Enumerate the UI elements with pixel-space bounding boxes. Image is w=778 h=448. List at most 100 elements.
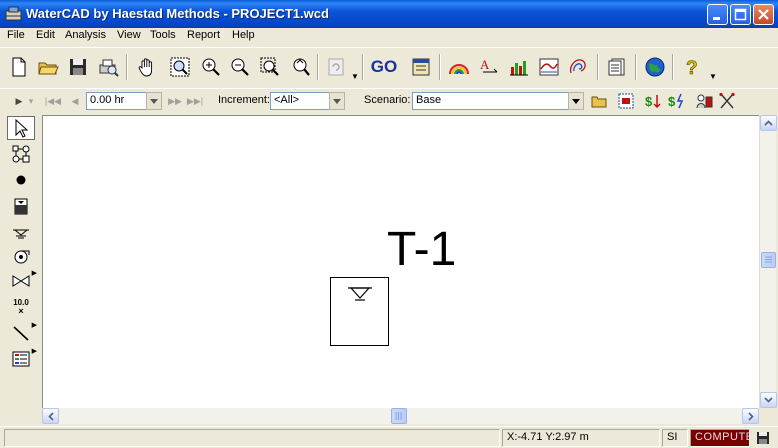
pan-button[interactable] [134, 54, 160, 80]
scenario-value: Base [416, 94, 442, 106]
scroll-down-button[interactable] [760, 392, 777, 408]
tank-tool-button[interactable] [7, 194, 35, 218]
color-coding-button[interactable] [446, 54, 472, 80]
zoom-extents-button[interactable] [167, 54, 193, 80]
globe-button[interactable] [642, 54, 668, 80]
contour-button[interactable] [565, 54, 591, 80]
last-step-icon[interactable]: ▶▶| [186, 92, 204, 110]
pump-tool-button[interactable] [7, 244, 35, 268]
svg-text:A: A [480, 57, 490, 72]
time-combo[interactable]: 0.00 hr [86, 92, 148, 110]
layout-pipe-icon [12, 145, 30, 163]
close-icon [758, 9, 769, 20]
zoom-out-button[interactable] [227, 54, 253, 80]
svg-text:$: $ [645, 94, 653, 109]
zoom-previous-button[interactable] [288, 54, 314, 80]
report-button[interactable] [604, 54, 630, 80]
valve-icon [12, 275, 30, 287]
first-step-icon[interactable]: |◀◀ [44, 92, 62, 110]
annotation-button[interactable]: A [475, 54, 501, 80]
play-dropdown-icon[interactable]: ▾ [26, 92, 36, 110]
menu-view[interactable]: View [117, 29, 141, 41]
time-value: 0.00 hr [90, 94, 125, 106]
menu-edit[interactable]: Edit [36, 29, 55, 41]
previous-step-icon[interactable]: ◀ [66, 92, 84, 110]
label-tool-cross: × [18, 305, 24, 316]
skeleton-icon [719, 92, 735, 109]
horizontal-scrollbar[interactable] [42, 408, 759, 424]
maximize-button[interactable] [730, 4, 751, 25]
minimize-button[interactable] [707, 4, 728, 25]
save-button[interactable] [65, 54, 91, 80]
watercad-app-icon[interactable] [5, 6, 22, 21]
junction-tool-button[interactable] [7, 168, 35, 192]
scenario-dropdown-button[interactable] [568, 92, 584, 110]
help-dropdown-icon[interactable]: ▼ [709, 72, 717, 81]
scenario-manager-icon [618, 93, 634, 109]
skelebrator-button[interactable] [717, 92, 737, 110]
vertical-scrollbar[interactable] [759, 115, 777, 408]
scroll-left-button[interactable] [42, 408, 59, 424]
graph-icon [510, 61, 528, 76]
increment-dropdown-button[interactable] [329, 92, 345, 110]
new-file-button[interactable] [6, 54, 32, 80]
globe-icon [645, 57, 665, 77]
energy-cost-button[interactable]: $ [667, 92, 687, 110]
refresh-icon [328, 58, 344, 76]
save-status-button[interactable] [756, 431, 770, 445]
scenario-combo[interactable]: Base [412, 92, 570, 110]
label-tool-button[interactable]: 10.0 × [7, 295, 35, 319]
toolbar-separator [317, 54, 319, 80]
scenario-manager-button[interactable] [617, 92, 635, 110]
new-file-icon [12, 57, 26, 77]
annotation-icon: A [480, 57, 498, 73]
chevron-up-icon [764, 120, 773, 126]
go-compute-button[interactable]: GO [369, 54, 399, 80]
line-tool-button[interactable]: ▶ [7, 321, 37, 345]
menu-report[interactable]: Report [187, 29, 220, 41]
darwin-designer-button[interactable] [694, 92, 714, 110]
refresh-button[interactable] [323, 54, 349, 80]
profile-button[interactable] [408, 54, 434, 80]
cost-button[interactable]: $ [644, 92, 664, 110]
tank-symbol[interactable] [330, 277, 389, 346]
title-bar[interactable]: WaterCAD by Haestad Methods - PROJECT1.w… [0, 0, 778, 28]
time-scenario-toolbar: ▶ ▾ |◀◀ ◀ 0.00 hr ▶▶ ▶▶| Increment: <All… [0, 88, 778, 113]
zoom-window-icon [260, 57, 279, 76]
open-button[interactable] [35, 54, 61, 80]
print-preview-button[interactable] [95, 54, 121, 80]
maximize-icon [734, 8, 747, 21]
increment-combo[interactable]: <All> [270, 92, 330, 110]
close-button[interactable] [753, 4, 774, 25]
select-tool-button[interactable] [7, 116, 35, 140]
graph-button[interactable] [506, 54, 532, 80]
menu-analysis[interactable]: Analysis [65, 29, 106, 41]
profile-graph-button[interactable] [536, 54, 562, 80]
vertical-scroll-thumb[interactable] [761, 252, 776, 268]
refresh-dropdown-icon[interactable]: ▼ [351, 72, 359, 81]
zoom-out-icon [231, 58, 249, 76]
color-coding-icon [449, 64, 469, 75]
tank-label[interactable]: T-1 [387, 226, 456, 274]
menu-file[interactable]: File [7, 29, 25, 41]
menu-help[interactable]: Help [232, 29, 255, 41]
time-dropdown-button[interactable] [146, 92, 162, 110]
junction-icon [16, 175, 26, 185]
menu-tools[interactable]: Tools [150, 29, 176, 41]
toolbar-separator [126, 54, 128, 80]
zoom-in-button[interactable] [198, 54, 224, 80]
legend-tool-button[interactable]: ▶ [7, 347, 37, 371]
zoom-previous-icon [293, 58, 310, 76]
layout-tool-button[interactable] [7, 142, 35, 166]
scroll-right-button[interactable] [742, 408, 759, 424]
reservoir-tool-button[interactable] [7, 219, 35, 243]
scroll-up-button[interactable] [760, 115, 777, 131]
scenario-folder-button[interactable] [590, 92, 608, 110]
valve-tool-button[interactable]: ▶ [7, 269, 37, 293]
help-button[interactable]: ? [679, 54, 705, 80]
next-step-icon[interactable]: ▶▶ [166, 92, 184, 110]
line-icon [13, 326, 29, 341]
horizontal-scroll-thumb[interactable] [391, 408, 407, 424]
zoom-window-button[interactable] [257, 54, 283, 80]
compute-status[interactable]: COMPUTE [690, 429, 753, 447]
